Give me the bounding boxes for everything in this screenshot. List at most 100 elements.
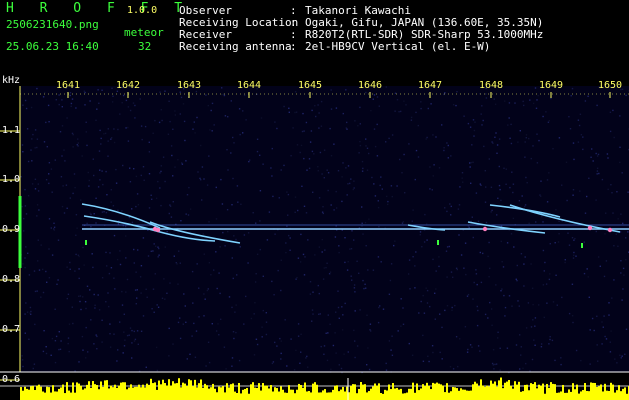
noise-speck xyxy=(33,270,36,272)
noise-speck xyxy=(369,323,372,325)
histogram-bar xyxy=(190,380,192,400)
histogram-bar xyxy=(534,382,536,400)
noise-speck xyxy=(175,262,177,264)
noise-speck xyxy=(556,304,558,306)
noise-speck xyxy=(152,288,155,290)
noise-speck xyxy=(457,208,460,210)
noise-speck xyxy=(364,283,366,285)
noise-speck xyxy=(276,345,278,347)
noise-speck xyxy=(461,172,464,174)
noise-speck xyxy=(317,170,319,172)
noise-speck xyxy=(532,145,534,147)
noise-speck xyxy=(458,204,461,206)
noise-speck xyxy=(387,200,389,203)
noise-speck xyxy=(536,133,538,135)
histogram-bar xyxy=(420,388,422,400)
noise-speck xyxy=(365,91,367,94)
histogram-bar xyxy=(390,389,392,400)
noise-speck xyxy=(438,265,440,268)
noise-speck xyxy=(385,141,387,143)
noise-speck xyxy=(178,250,180,252)
noise-speck xyxy=(99,179,101,181)
noise-speck xyxy=(84,91,86,94)
noise-speck xyxy=(278,197,280,199)
noise-speck xyxy=(398,111,400,113)
noise-speck xyxy=(232,277,234,280)
noise-speck xyxy=(242,110,244,112)
noise-speck xyxy=(545,111,547,113)
noise-speck xyxy=(362,233,364,235)
noise-speck xyxy=(109,333,111,335)
noise-speck xyxy=(92,266,94,269)
noise-speck xyxy=(524,204,527,206)
histogram-bar xyxy=(306,391,308,400)
noise-speck xyxy=(50,354,52,356)
noise-speck xyxy=(66,266,68,268)
noise-speck xyxy=(508,102,511,104)
noise-speck xyxy=(471,216,473,218)
noise-speck xyxy=(490,211,492,213)
noise-speck xyxy=(300,351,302,353)
histogram-bar xyxy=(136,386,138,400)
noise-speck xyxy=(510,233,513,235)
histogram-bar xyxy=(50,392,52,400)
noise-speck xyxy=(150,194,152,196)
histogram-bar xyxy=(44,392,46,400)
noise-speck xyxy=(154,273,156,275)
noise-speck xyxy=(216,287,218,290)
noise-speck xyxy=(182,323,184,325)
histogram-bar xyxy=(82,389,84,400)
histogram-bar xyxy=(56,391,58,400)
noise-speck xyxy=(444,309,446,312)
noise-speck xyxy=(125,127,127,129)
histogram-bar xyxy=(520,391,522,400)
noise-speck xyxy=(109,346,112,348)
histogram-bar xyxy=(600,384,602,400)
noise-speck xyxy=(608,302,610,304)
noise-speck xyxy=(329,127,331,130)
noise-speck xyxy=(401,222,404,224)
noise-speck xyxy=(176,263,178,265)
frequency-tick-label: 1.1 xyxy=(2,125,21,136)
noise-speck xyxy=(345,89,347,91)
noise-speck xyxy=(82,349,84,351)
noise-speck xyxy=(160,109,162,111)
noise-speck xyxy=(50,227,52,229)
noise-speck xyxy=(616,191,618,193)
noise-speck xyxy=(446,142,448,144)
noise-speck xyxy=(592,160,594,162)
noise-speck xyxy=(540,180,542,182)
noise-speck xyxy=(296,276,298,279)
histogram-bar xyxy=(156,389,158,400)
histogram-bar xyxy=(558,392,560,400)
histogram-bar xyxy=(408,388,410,400)
noise-speck xyxy=(82,246,84,249)
noise-speck xyxy=(579,190,581,192)
histogram-bar xyxy=(120,382,122,400)
noise-speck xyxy=(596,315,598,317)
noise-speck xyxy=(133,340,136,342)
noise-speck xyxy=(421,246,423,248)
noise-speck xyxy=(318,246,321,248)
noise-speck xyxy=(509,137,511,139)
noise-speck xyxy=(205,365,207,367)
noise-speck xyxy=(464,326,467,328)
histogram-bar xyxy=(214,388,216,400)
noise-speck xyxy=(475,192,478,194)
noise-speck xyxy=(374,145,377,148)
histogram-bar xyxy=(98,389,100,400)
noise-speck xyxy=(498,165,500,168)
histogram-bar xyxy=(250,384,252,400)
histogram-bar xyxy=(366,392,368,400)
noise-speck xyxy=(496,214,498,216)
histogram-bar xyxy=(202,387,204,400)
histogram-bar xyxy=(86,384,88,400)
noise-speck xyxy=(162,156,165,158)
noise-speck xyxy=(148,151,151,153)
histogram-bar xyxy=(510,385,512,400)
noise-speck xyxy=(568,244,571,246)
noise-speck xyxy=(570,95,572,97)
histogram-bar xyxy=(102,386,104,400)
noise-speck xyxy=(34,290,37,293)
histogram-bar xyxy=(340,389,342,400)
